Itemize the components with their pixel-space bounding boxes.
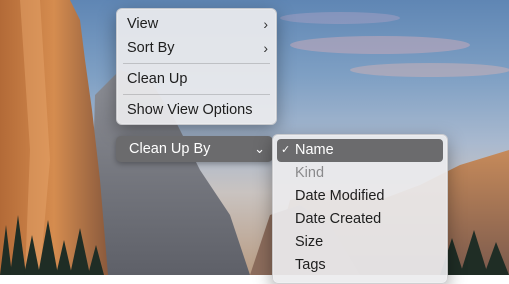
- menu-item-clean-up-by[interactable]: Clean Up By ⌄: [116, 136, 273, 162]
- submenu-item-label: Kind: [295, 165, 325, 181]
- menu-item-label: Show View Options: [127, 102, 253, 118]
- submenu-item-date-created[interactable]: Date Created: [273, 208, 447, 231]
- submenu-item-date-modified[interactable]: Date Modified: [273, 185, 447, 208]
- submenu-item-label: Date Modified: [295, 188, 385, 204]
- submenu-item-label: Date Created: [295, 211, 382, 227]
- submenu-item-label: Tags: [295, 257, 326, 273]
- menu-item-label: Sort By: [127, 40, 175, 56]
- menu-item-label: View: [127, 16, 159, 32]
- chevron-right-icon: ›: [263, 40, 268, 56]
- menu-item-label: Clean Up By: [129, 141, 211, 157]
- desktop-context-menu: View › Sort By › Clean Up Show View Opti…: [116, 8, 277, 125]
- submenu-item-label: Name: [295, 142, 334, 158]
- clean-up-by-submenu: ✓ Name Kind Date Modified Date Created S…: [272, 134, 448, 284]
- menu-item-label: Clean Up: [127, 71, 188, 87]
- menu-item-clean-up[interactable]: Clean Up: [117, 67, 276, 91]
- chevron-right-icon: ›: [263, 16, 268, 32]
- menu-item-view[interactable]: View ›: [117, 12, 276, 36]
- menu-separator: [123, 94, 270, 95]
- menu-item-show-view-options[interactable]: Show View Options: [117, 98, 276, 122]
- checkmark-icon: ✓: [281, 144, 291, 156]
- submenu-item-size[interactable]: Size: [273, 231, 447, 254]
- submenu-item-label: Size: [295, 234, 324, 250]
- submenu-item-tags[interactable]: Tags: [273, 254, 447, 277]
- menu-item-sort-by[interactable]: Sort By ›: [117, 36, 276, 60]
- chevron-down-icon: ⌄: [254, 141, 265, 156]
- menu-separator: [123, 63, 270, 64]
- submenu-item-name[interactable]: ✓ Name: [277, 139, 443, 162]
- submenu-item-kind[interactable]: Kind: [273, 162, 447, 185]
